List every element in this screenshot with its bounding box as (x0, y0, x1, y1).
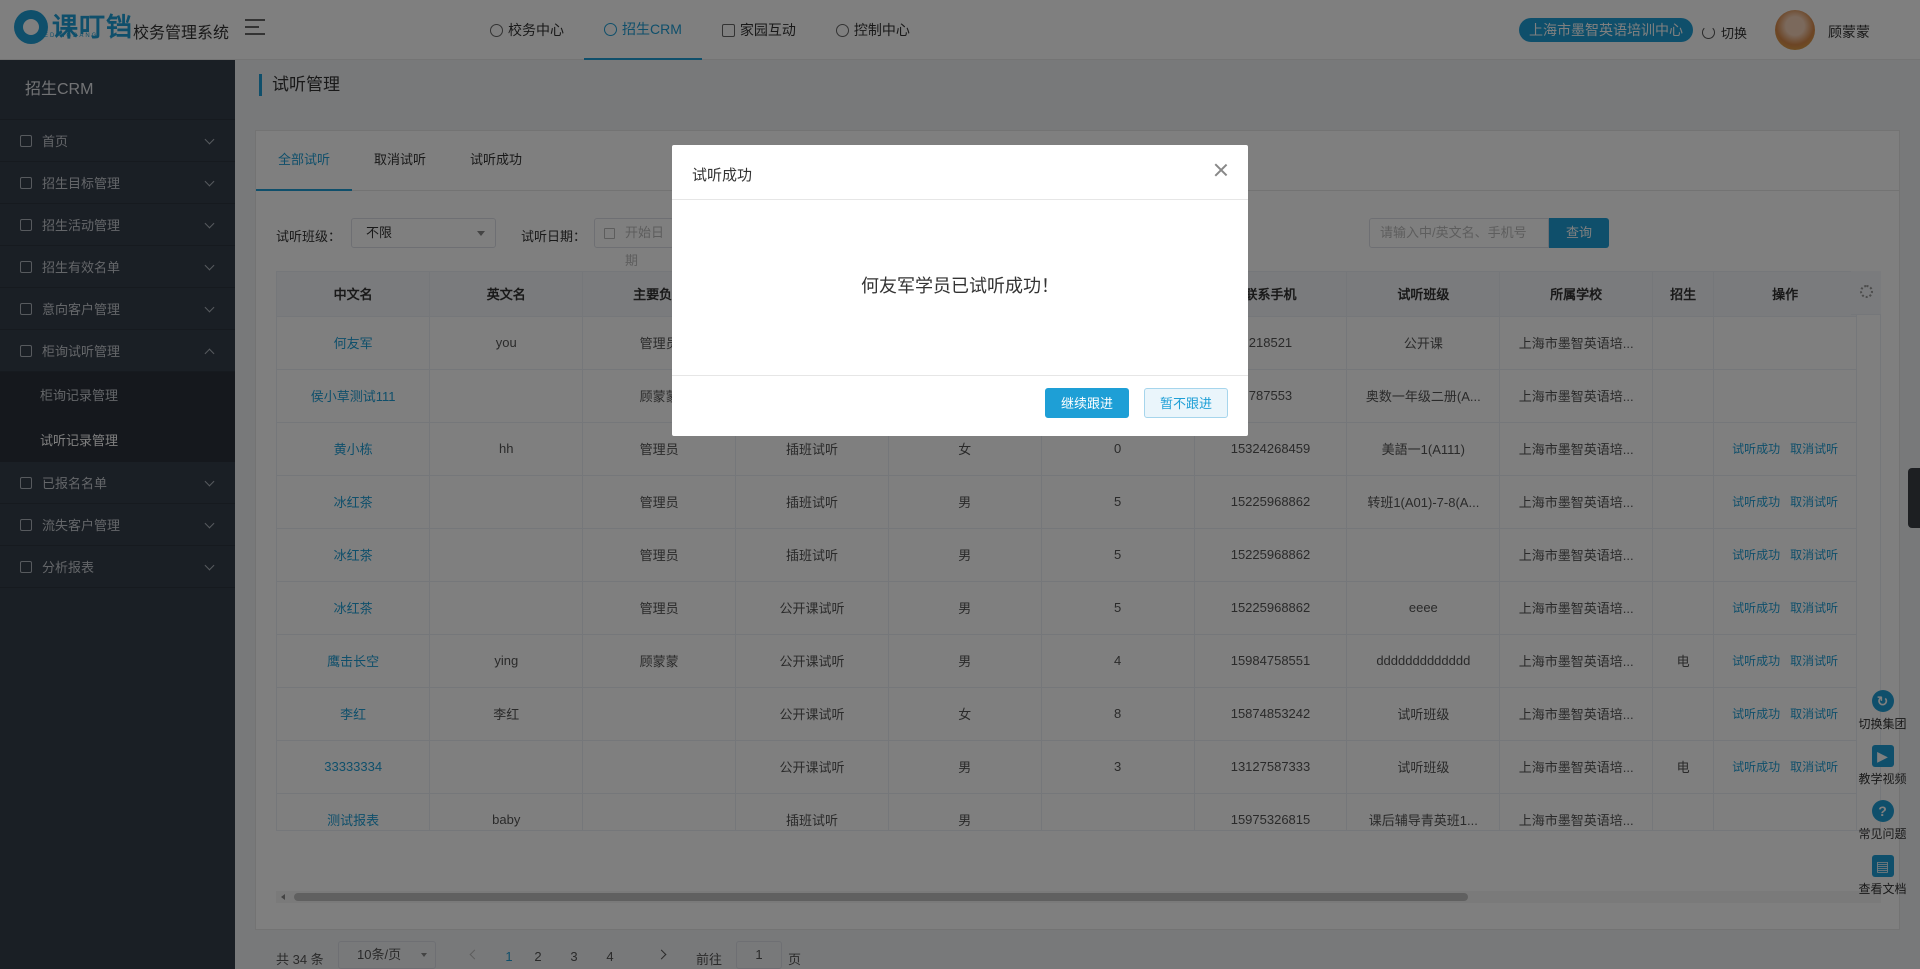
dialog-message: 何友军学员已试听成功！ (672, 200, 1248, 376)
dialog-title: 试听成功 (672, 145, 1248, 200)
continue-follow-button[interactable]: 继续跟进 (1044, 388, 1129, 418)
close-icon[interactable] (1214, 163, 1228, 177)
no-follow-button[interactable]: 暂不跟进 (1143, 388, 1228, 418)
trial-success-dialog: 试听成功 何友军学员已试听成功！ 继续跟进 暂不跟进 (672, 145, 1248, 436)
dialog-footer: 继续跟进 暂不跟进 (1030, 388, 1228, 418)
